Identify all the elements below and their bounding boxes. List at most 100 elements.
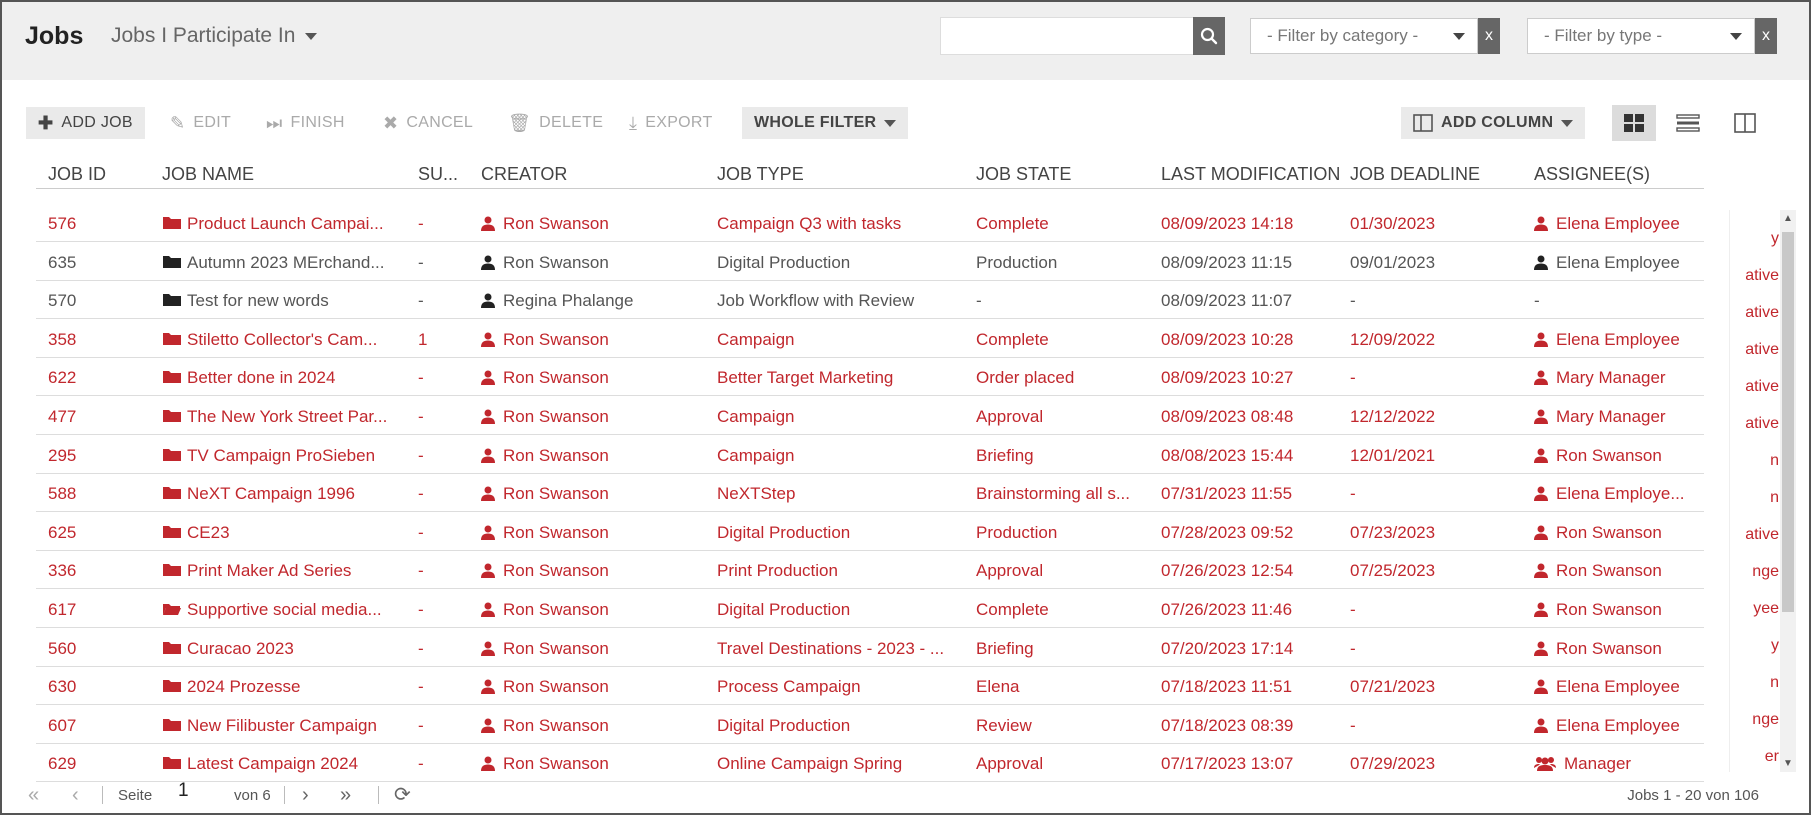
scroll-up-icon[interactable]: ▲ (1783, 213, 1793, 224)
cell-text: NeXTStep (717, 484, 796, 504)
cell-job-name[interactable]: CE23 (162, 523, 402, 543)
column-header-creator[interactable]: CREATOR (481, 164, 567, 185)
view-selector[interactable]: Jobs I Participate In (111, 24, 318, 48)
chevron-down-icon (1561, 119, 1574, 127)
refresh-icon[interactable]: ⟳ (394, 782, 411, 807)
table-row[interactable]: 588 NeXT Campaign 1996 - Ron Swanson NeXTSte… (36, 474, 1704, 513)
table-row[interactable]: 630 2024 Prozesse - Ron Swanson Process Camp… (36, 667, 1704, 706)
table-row[interactable]: 625 CE23 - Ron Swanson Digital Production Pro… (36, 513, 1704, 551)
table-row[interactable]: 358 Stiletto Collector's Cam... 1 Ron Swans… (36, 320, 1704, 358)
delete-button[interactable]: 🗑 DELETE (508, 107, 603, 139)
column-header-job-deadline[interactable]: JOB DEADLINE (1350, 164, 1480, 185)
cell-text: 08/08/2023 15:44 (1161, 445, 1294, 465)
column-header-job-type[interactable]: JOB TYPE (717, 164, 804, 185)
cell-last-modification: 07/26/2023 12:54 (1161, 561, 1341, 581)
cell-text: 2024 Prozesse (187, 677, 301, 697)
cell-text: CE23 (187, 522, 230, 542)
table-row[interactable]: 617 Supportive social media... - Ron Swanso… (36, 590, 1704, 628)
column-header-last-modification[interactable]: LAST MODIFICATION (1161, 164, 1340, 185)
table-row[interactable]: 336 Print Maker Ad Series - Ron Swanson Prin… (36, 551, 1704, 590)
user-icon (481, 525, 495, 540)
cell-text: Digital Production (717, 715, 851, 735)
whole-filter-button[interactable]: WHOLE FILTER (742, 107, 909, 139)
cell-job-id: 570 (48, 291, 148, 311)
table-row[interactable]: 295 TV Campaign ProSieben - Ron Swanson Camp… (36, 436, 1704, 474)
side-panel-item: ative (1745, 526, 1779, 543)
cell-job-name[interactable]: Curacao 2023 (162, 639, 402, 659)
cell-job-state: Complete (976, 214, 1146, 234)
cell-sub-count: - (418, 446, 458, 466)
cell-creator: Ron Swanson (481, 639, 701, 659)
user-icon (1534, 486, 1548, 502)
last-page-icon[interactable]: » (340, 784, 351, 807)
cell-text: Travel Destinations - 2023 - ... (717, 638, 945, 658)
grid-view-button[interactable] (1612, 105, 1656, 141)
cell-job-name[interactable]: Autumn 2023 MErchand... (162, 253, 402, 273)
cell-job-name[interactable]: NeXT Campaign 1996 (162, 484, 402, 504)
cell-text: Product Launch Campai... (187, 214, 384, 233)
side-panel-item: ative (1745, 415, 1779, 432)
cell-job-name[interactable]: Print Maker Ad Series (162, 561, 402, 581)
side-panel-item: ative (1745, 341, 1779, 358)
add-column-button[interactable]: ADD COLUMN (1401, 107, 1586, 139)
clear-type-button[interactable]: x (1755, 18, 1777, 54)
split-view-button[interactable] (1723, 105, 1767, 141)
cell-job-name[interactable]: 2024 Prozesse (162, 677, 402, 697)
column-header-job-name[interactable]: JOB NAME (162, 164, 254, 185)
cell-text: Curacao 2023 (187, 638, 294, 658)
next-page-icon[interactable]: › (302, 784, 309, 807)
column-header-assignees[interactable]: ASSIGNEE(S) (1534, 164, 1650, 185)
table-row[interactable]: 607 New Filibuster Campaign - Ron Swanson Di… (36, 706, 1704, 744)
filter-category-select[interactable]: - Filter by category - (1250, 18, 1478, 54)
cell-text: Approval (976, 561, 1044, 581)
cell-job-name[interactable]: Latest Campaign 2024 (162, 754, 402, 774)
cell-job-name[interactable]: Product Launch Campai... (162, 214, 402, 234)
cell-text: Elena Employee (1556, 214, 1680, 233)
cell-job-name[interactable]: The New York Street Par... (162, 407, 402, 427)
column-header-job-state[interactable]: JOB STATE (976, 164, 1071, 185)
search-button[interactable] (1193, 17, 1225, 55)
folder-icon (163, 604, 181, 615)
column-header-job-id[interactable]: JOB ID (48, 164, 106, 185)
filter-type-select[interactable]: - Filter by type - (1527, 18, 1755, 54)
cell-job-name[interactable]: Stiletto Collector's Cam... (162, 330, 402, 350)
cell-assignee: - (1534, 291, 1704, 311)
search-input[interactable] (940, 17, 1194, 55)
table-row[interactable]: 622 Better done in 2024 - Ron Swanson Better… (36, 358, 1704, 397)
cancel-button[interactable]: ✖ CANCEL (383, 107, 473, 139)
user-icon (1534, 255, 1548, 270)
cell-job-name[interactable]: Supportive social media... (162, 600, 402, 620)
cell-job-name[interactable]: TV Campaign ProSieben (162, 446, 402, 466)
table-row[interactable]: 635 Autumn 2023 MErchand... - Ron Swanson Di… (36, 243, 1704, 281)
add-job-button[interactable]: ✚ ADD JOB (26, 107, 145, 139)
cell-sub-count: - (418, 484, 458, 504)
list-view-button[interactable] (1666, 105, 1710, 141)
user-icon (481, 370, 495, 386)
table-row[interactable]: 477 The New York Street Par... - Ron Swanso… (36, 397, 1704, 435)
table-row[interactable]: 629 Latest Campaign 2024 - Ron Swanson Onlin… (36, 744, 1704, 783)
table-row[interactable]: 576 Product Launch Campai... - Ron Swanson C… (36, 204, 1704, 242)
cell-job-name[interactable]: Test for new words (162, 291, 402, 311)
previous-page-icon[interactable]: ‹ (72, 784, 79, 807)
scrollbar[interactable]: ▲ ▼ (1780, 210, 1796, 772)
edit-button[interactable]: ✎ EDIT (170, 107, 231, 139)
cell-creator: Ron Swanson (481, 253, 701, 273)
cell-sub-count: - (418, 677, 458, 697)
page-number-input[interactable]: 1 (178, 780, 189, 802)
cell-assignee: Elena Employe... (1534, 484, 1704, 504)
cell-job-type: NeXTStep (717, 484, 957, 504)
table-row[interactable]: 560 Curacao 2023 - Ron Swanson Travel Destin… (36, 629, 1704, 667)
cell-job-name[interactable]: Better done in 2024 (162, 368, 402, 388)
page-label: Seite (118, 787, 153, 804)
scrollbar-thumb[interactable] (1782, 232, 1794, 612)
scroll-down-icon[interactable]: ▼ (1783, 758, 1793, 769)
cell-job-name[interactable]: New Filibuster Campaign (162, 716, 402, 736)
finish-button[interactable]: ⏭ FINISH (266, 107, 345, 139)
export-button[interactable]: ⤓ EXPORT (629, 107, 713, 139)
table-row[interactable]: 570 Test for new words - Regina Phalange Job… (36, 281, 1704, 320)
first-page-icon[interactable]: « (28, 784, 39, 807)
user-icon (1534, 679, 1548, 695)
clear-category-button[interactable]: x (1478, 18, 1500, 54)
column-header-su[interactable]: SU... (418, 164, 458, 185)
cell-job-id: 576 (48, 214, 148, 234)
